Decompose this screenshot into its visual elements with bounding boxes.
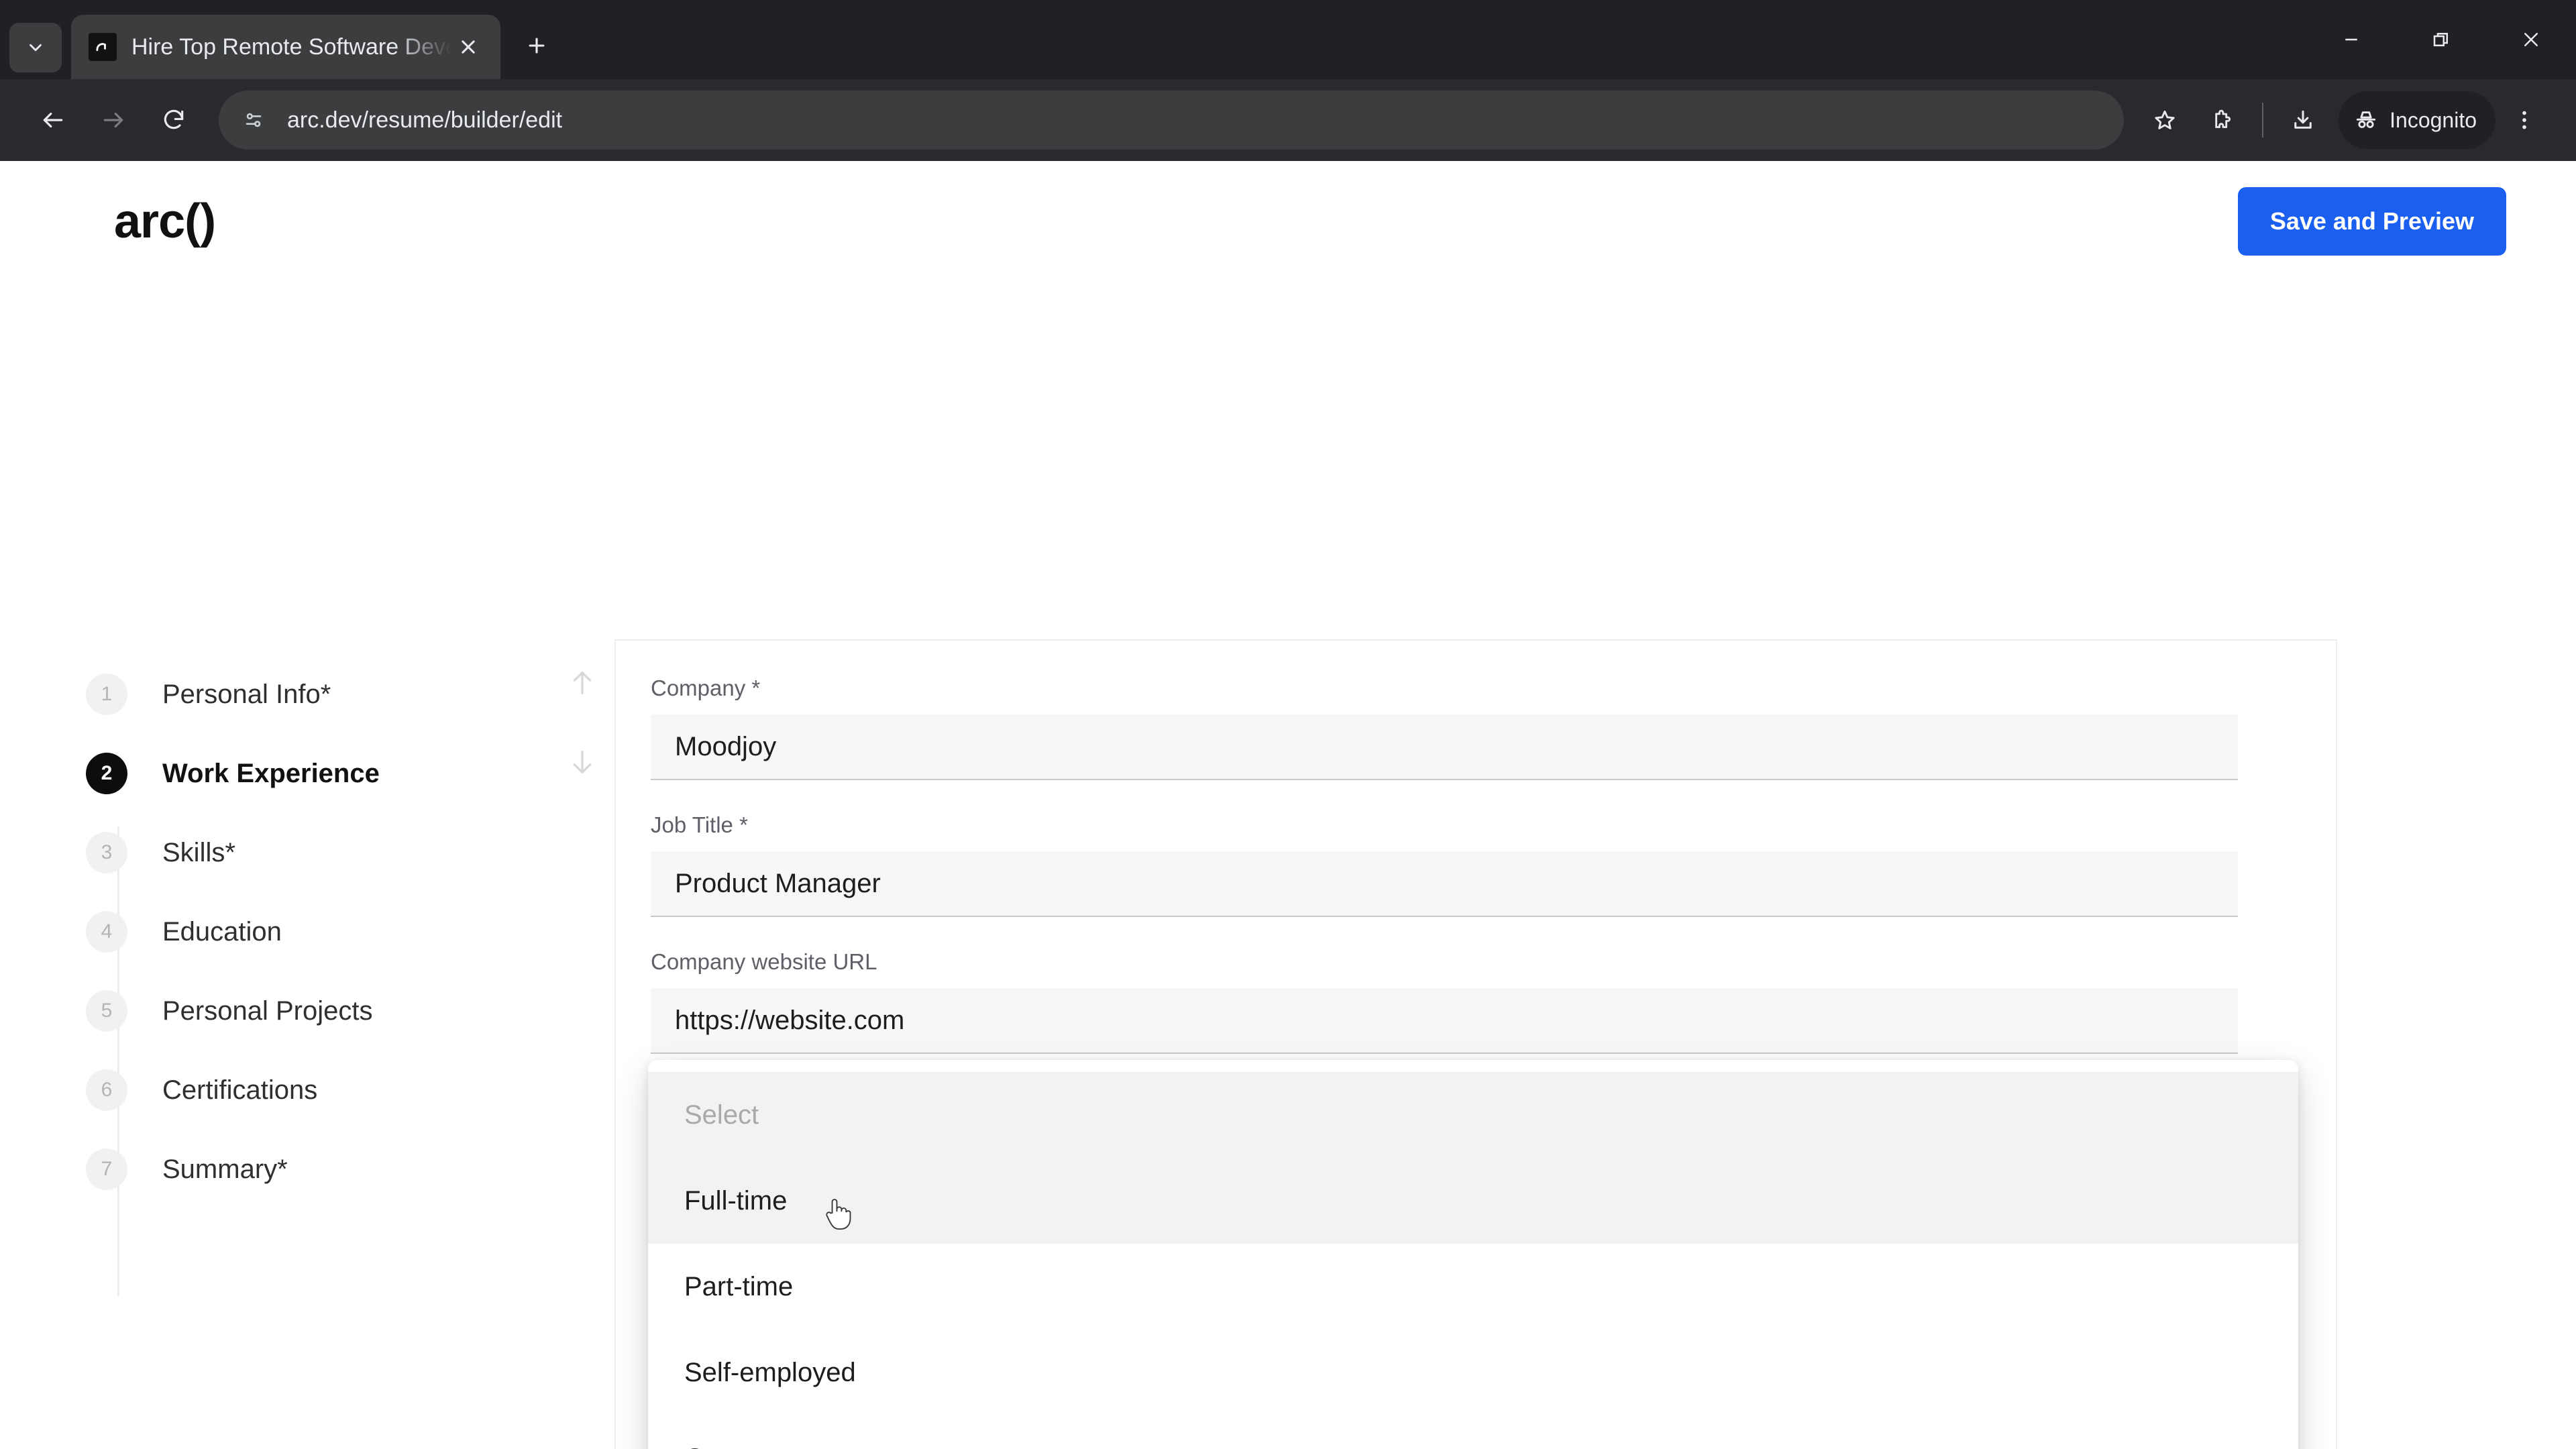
mouse-cursor-pointer <box>826 1199 851 1230</box>
tab-close-button[interactable] <box>451 30 486 64</box>
builder-body: 1 Personal Info* 2 Work Experience 3 Ski… <box>0 282 2576 1449</box>
employment-type-dropdown: Select Full-time Part-time Self-employed… <box>648 1060 2298 1449</box>
site-header: arc() Save and Preview <box>0 161 2576 282</box>
arrow-down-icon <box>573 751 592 773</box>
step-number: 6 <box>86 1069 127 1111</box>
minimize-button[interactable] <box>2306 0 2396 79</box>
sidebar-item-personal-projects[interactable]: 5 Personal Projects <box>86 971 596 1051</box>
dropdown-option-part-time[interactable]: Part-time <box>648 1244 2298 1330</box>
field-label: Job Title * <box>651 812 748 837</box>
extensions-button[interactable] <box>2194 91 2251 149</box>
new-tab-button[interactable] <box>511 20 562 71</box>
step-label: Certifications <box>162 1075 318 1105</box>
arrow-up-icon <box>573 672 592 694</box>
bookmark-button[interactable] <box>2136 91 2194 149</box>
dropdown-option-select[interactable]: Select <box>648 1072 2298 1158</box>
arc-favicon <box>89 33 117 61</box>
field-label: Company * <box>651 676 761 700</box>
tab-title: Hire Top Remote Software Deve <box>131 34 451 60</box>
tab-strip: Hire Top Remote Software Deve <box>0 0 2576 79</box>
address-bar[interactable]: arc.dev/resume/builder/edit <box>219 91 2125 150</box>
move-up-button[interactable] <box>557 657 608 708</box>
reorder-controls <box>557 657 617 816</box>
step-label: Skills* <box>162 837 235 867</box>
browser-window: Hire Top Remote Software Deve arc.dev/re… <box>0 0 2576 1449</box>
minimize-icon <box>2345 38 2357 41</box>
tune-icon <box>246 113 262 127</box>
step-label: Work Experience <box>162 758 380 788</box>
step-number: 1 <box>86 674 127 715</box>
step-number: 3 <box>86 832 127 873</box>
url-text: arc.dev/resume/builder/edit <box>287 107 563 133</box>
chevron-down-icon <box>30 44 42 52</box>
step-label: Education <box>162 916 282 947</box>
step-number: 5 <box>86 990 127 1032</box>
dropdown-option-self-employed[interactable]: Self-employed <box>648 1330 2298 1415</box>
company-input[interactable]: Moodjoy <box>651 714 2238 780</box>
sidebar-item-personal-info[interactable]: 1 Personal Info* <box>86 655 596 734</box>
step-label: Personal Projects <box>162 996 373 1026</box>
tab-search-button[interactable] <box>9 23 62 72</box>
sidebar-item-summary[interactable]: 7 Summary* <box>86 1130 596 1209</box>
job-title-input[interactable]: Product Manager <box>651 851 2238 917</box>
forward-button[interactable] <box>83 90 144 150</box>
company-website-url-input[interactable]: https://website.com <box>651 988 2238 1054</box>
close-icon <box>2524 33 2538 46</box>
move-down-button[interactable] <box>557 737 608 788</box>
step-label: Personal Info* <box>162 679 331 709</box>
more-vertical-icon <box>2522 111 2526 129</box>
sidebar-item-work-experience[interactable]: 2 Work Experience <box>86 734 596 813</box>
incognito-label: Incognito <box>2390 107 2477 132</box>
incognito-icon <box>2357 111 2376 128</box>
step-number: 4 <box>86 911 127 953</box>
reload-button[interactable] <box>144 90 204 150</box>
resume-stepper: 1 Personal Info* 2 Work Experience 3 Ski… <box>86 655 596 1209</box>
puzzle-icon <box>2215 109 2231 128</box>
reload-icon <box>164 109 184 129</box>
restore-icon <box>2433 33 2448 46</box>
step-number: 7 <box>86 1148 127 1190</box>
download-icon <box>2294 110 2312 129</box>
browser-menu-button[interactable] <box>2496 91 2553 149</box>
arrow-left-icon <box>43 112 63 128</box>
window-controls <box>2306 0 2576 79</box>
step-label: Summary* <box>162 1154 288 1184</box>
browser-tab[interactable]: Hire Top Remote Software Deve <box>71 15 500 79</box>
arc-mark-icon <box>96 43 106 52</box>
toolbar-divider <box>2262 103 2264 138</box>
incognito-indicator[interactable]: Incognito <box>2339 91 2496 149</box>
save-and-preview-button[interactable]: Save and Preview <box>2237 187 2506 256</box>
dropdown-option-contract[interactable]: Contract <box>648 1415 2298 1449</box>
field-job-title: Job Title * Product Manager <box>651 812 2238 917</box>
field-company: Company * Moodjoy <box>651 676 2238 780</box>
close-window-button[interactable] <box>2486 0 2576 79</box>
plus-icon <box>529 38 545 54</box>
field-company-website-url: Company website URL https://website.com <box>651 949 2238 1054</box>
site-info-icon[interactable] <box>229 96 278 144</box>
field-label: Company website URL <box>651 949 877 974</box>
star-icon <box>2155 110 2175 129</box>
close-icon <box>462 40 475 54</box>
downloads-button[interactable] <box>2274 91 2332 149</box>
sidebar-item-education[interactable]: 4 Education <box>86 892 596 971</box>
dropdown-option-full-time[interactable]: Full-time <box>648 1158 2298 1244</box>
page-content: arc() Save and Preview 1 Personal Info* … <box>0 161 2576 1449</box>
step-number: 2 <box>86 753 127 794</box>
maximize-button[interactable] <box>2396 0 2486 79</box>
browser-toolbar: arc.dev/resume/builder/edit Incognito <box>0 79 2576 161</box>
arrow-right-icon <box>103 112 123 128</box>
sidebar-item-certifications[interactable]: 6 Certifications <box>86 1051 596 1130</box>
back-button[interactable] <box>23 90 83 150</box>
arc-logo[interactable]: arc() <box>114 194 216 249</box>
sidebar-item-skills[interactable]: 3 Skills* <box>86 813 596 892</box>
